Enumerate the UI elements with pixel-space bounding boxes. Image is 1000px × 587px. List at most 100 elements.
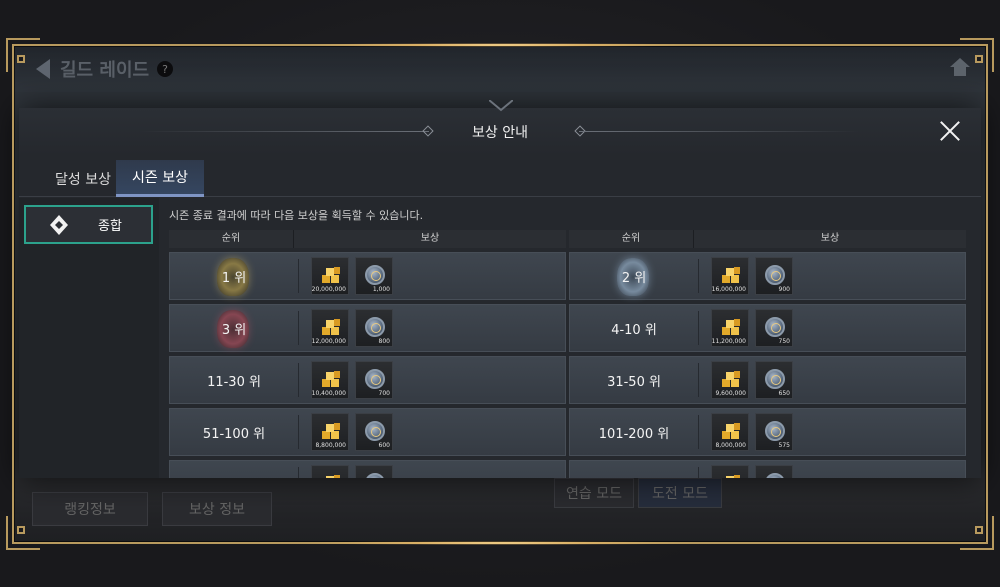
gold-reward-item[interactable]: 12,000,000 [311, 309, 349, 347]
medal-reward-item[interactable]: 575 [755, 413, 793, 451]
reward-items: 8,000,000 575 [699, 413, 793, 451]
reward-column-right: 순위 보상 2 위 16,000,000 900 4-10 위 11,200,0… [569, 230, 966, 478]
gold-reward-item[interactable]: 8,000,000 [711, 413, 749, 451]
medal-coin-icon [765, 317, 785, 337]
ranking-info-button[interactable]: 랭킹정보 [32, 492, 148, 526]
reward-items: 12,000,000 800 [299, 309, 393, 347]
rank-cell: 11-30 위 [170, 357, 298, 403]
medal-reward-item[interactable]: 700 [355, 361, 393, 399]
rank-label: 11-30 위 [207, 374, 261, 390]
tab-season-reward[interactable]: 시즌 보상 [116, 160, 204, 197]
medal-reward-item[interactable]: 800 [355, 309, 393, 347]
medal-quantity: 575 [778, 442, 790, 449]
close-icon[interactable] [939, 120, 961, 142]
rank-header: 순위 [569, 230, 694, 248]
table-row: 1 위 20,000,000 1,000 [169, 252, 566, 300]
medal-reward-item[interactable] [355, 465, 393, 478]
tab-bar: 달성 보상 시즌 보상 [19, 160, 981, 197]
gold-reward-item[interactable]: 16,000,000 [711, 257, 749, 295]
reward-guide-modal: 보상 안내 달성 보상 시즌 보상 종합 시즌 종료 결과에 따라 다음 보상을… [19, 100, 981, 478]
gold-bars-icon [322, 319, 340, 335]
gold-reward-item[interactable] [711, 465, 749, 478]
gold-reward-item[interactable]: 11,200,000 [711, 309, 749, 347]
sidebar-item-label: 종합 [98, 219, 122, 234]
gold-bars-icon [722, 267, 740, 283]
medal-reward-item[interactable]: 650 [755, 361, 793, 399]
medal-quantity: 650 [778, 390, 790, 397]
reward-items [299, 465, 393, 478]
medal-reward-item[interactable]: 1,000 [355, 257, 393, 295]
medal-quantity: 800 [378, 338, 390, 345]
gold-quantity: 20,000,000 [311, 286, 346, 293]
reward-items: 8,800,000 600 [299, 413, 393, 451]
medal-reward-item[interactable]: 600 [355, 413, 393, 451]
reward-items: 10,400,000 700 [299, 361, 393, 399]
rank-cell [570, 461, 698, 478]
medal-reward-item[interactable]: 900 [755, 257, 793, 295]
page-title: 길드 레이드 [60, 60, 150, 81]
rank-label: 4-10 위 [611, 322, 657, 338]
practice-mode-button[interactable]: 연습 모드 [554, 478, 634, 508]
gold-bars-icon [722, 371, 740, 387]
rank-label: 31-50 위 [607, 374, 661, 390]
modal-title: 보상 안내 [472, 125, 528, 141]
gold-quantity: 8,000,000 [715, 442, 746, 449]
gold-bars-icon [322, 267, 340, 283]
game-header: 길드 레이드 ? [14, 46, 986, 92]
rank-header: 순위 [169, 230, 294, 248]
medal-coin-icon [365, 265, 385, 285]
modal-header: 보상 안내 [19, 100, 981, 155]
gold-quantity: 11,200,000 [711, 338, 746, 345]
gold-quantity: 16,000,000 [711, 286, 746, 293]
medal-reward-item[interactable]: 750 [755, 309, 793, 347]
medal-coin-icon [365, 421, 385, 441]
gold-bars-icon [322, 423, 340, 439]
gold-reward-item[interactable]: 9,600,000 [711, 361, 749, 399]
medal-quantity: 750 [778, 338, 790, 345]
reward-items: 16,000,000 900 [699, 257, 793, 295]
frame-ornament [17, 55, 25, 63]
gold-reward-item[interactable] [311, 465, 349, 478]
frame-glow-top [300, 43, 700, 47]
reward-header: 보상 [420, 233, 440, 244]
rank-label: 2 위 [621, 270, 647, 286]
table-row [169, 460, 566, 478]
table-header: 순위 보상 [169, 230, 566, 248]
gold-bars-icon [322, 371, 340, 387]
sidebar-item-overall[interactable]: 종합 [24, 205, 153, 244]
medal-quantity: 600 [378, 442, 390, 449]
rank-cell: 31-50 위 [570, 357, 698, 403]
reward-description: 시즌 종료 결과에 따라 다음 보상을 획득할 수 있습니다. [169, 209, 424, 222]
reward-column-left: 순위 보상 1 위 20,000,000 1,000 3 위 12,000,00… [169, 230, 566, 478]
gold-reward-item[interactable]: 20,000,000 [311, 257, 349, 295]
table-row: 31-50 위 9,600,000 650 [569, 356, 966, 404]
help-icon[interactable]: ? [157, 61, 174, 77]
rank-cell: 4-10 위 [570, 305, 698, 351]
gold-reward-item[interactable]: 8,800,000 [311, 413, 349, 451]
reward-info-button[interactable]: 보상 정보 [162, 492, 272, 526]
reward-header: 보상 [820, 233, 840, 244]
table-header: 순위 보상 [569, 230, 966, 248]
gold-reward-item[interactable]: 10,400,000 [311, 361, 349, 399]
frame-ornament [975, 55, 983, 63]
rank-label: 3 위 [221, 322, 247, 338]
gold-bars-icon [326, 475, 340, 478]
frame-glow-bottom [300, 541, 700, 545]
table-row: 101-200 위 8,000,000 575 [569, 408, 966, 456]
rank-cell: 2 위 [570, 253, 698, 299]
rank-cell: 101-200 위 [570, 409, 698, 455]
reward-items [699, 465, 793, 478]
reward-content: 시즌 종료 결과에 따라 다음 보상을 획득할 수 있습니다. 순위 보상 1 … [169, 198, 977, 478]
gold-quantity: 10,400,000 [311, 390, 346, 397]
gold-bars-icon [722, 423, 740, 439]
medal-quantity: 900 [778, 286, 790, 293]
table-row [569, 460, 966, 478]
sidebar: 종합 [19, 198, 159, 478]
medal-coin-icon [365, 369, 385, 389]
medal-coin-icon [765, 369, 785, 389]
gold-bars-icon [726, 475, 740, 478]
medal-reward-item[interactable] [755, 465, 793, 478]
medal-coin-icon [765, 473, 785, 478]
rank-cell [170, 461, 298, 478]
challenge-mode-button[interactable]: 도전 모드 [638, 478, 722, 508]
